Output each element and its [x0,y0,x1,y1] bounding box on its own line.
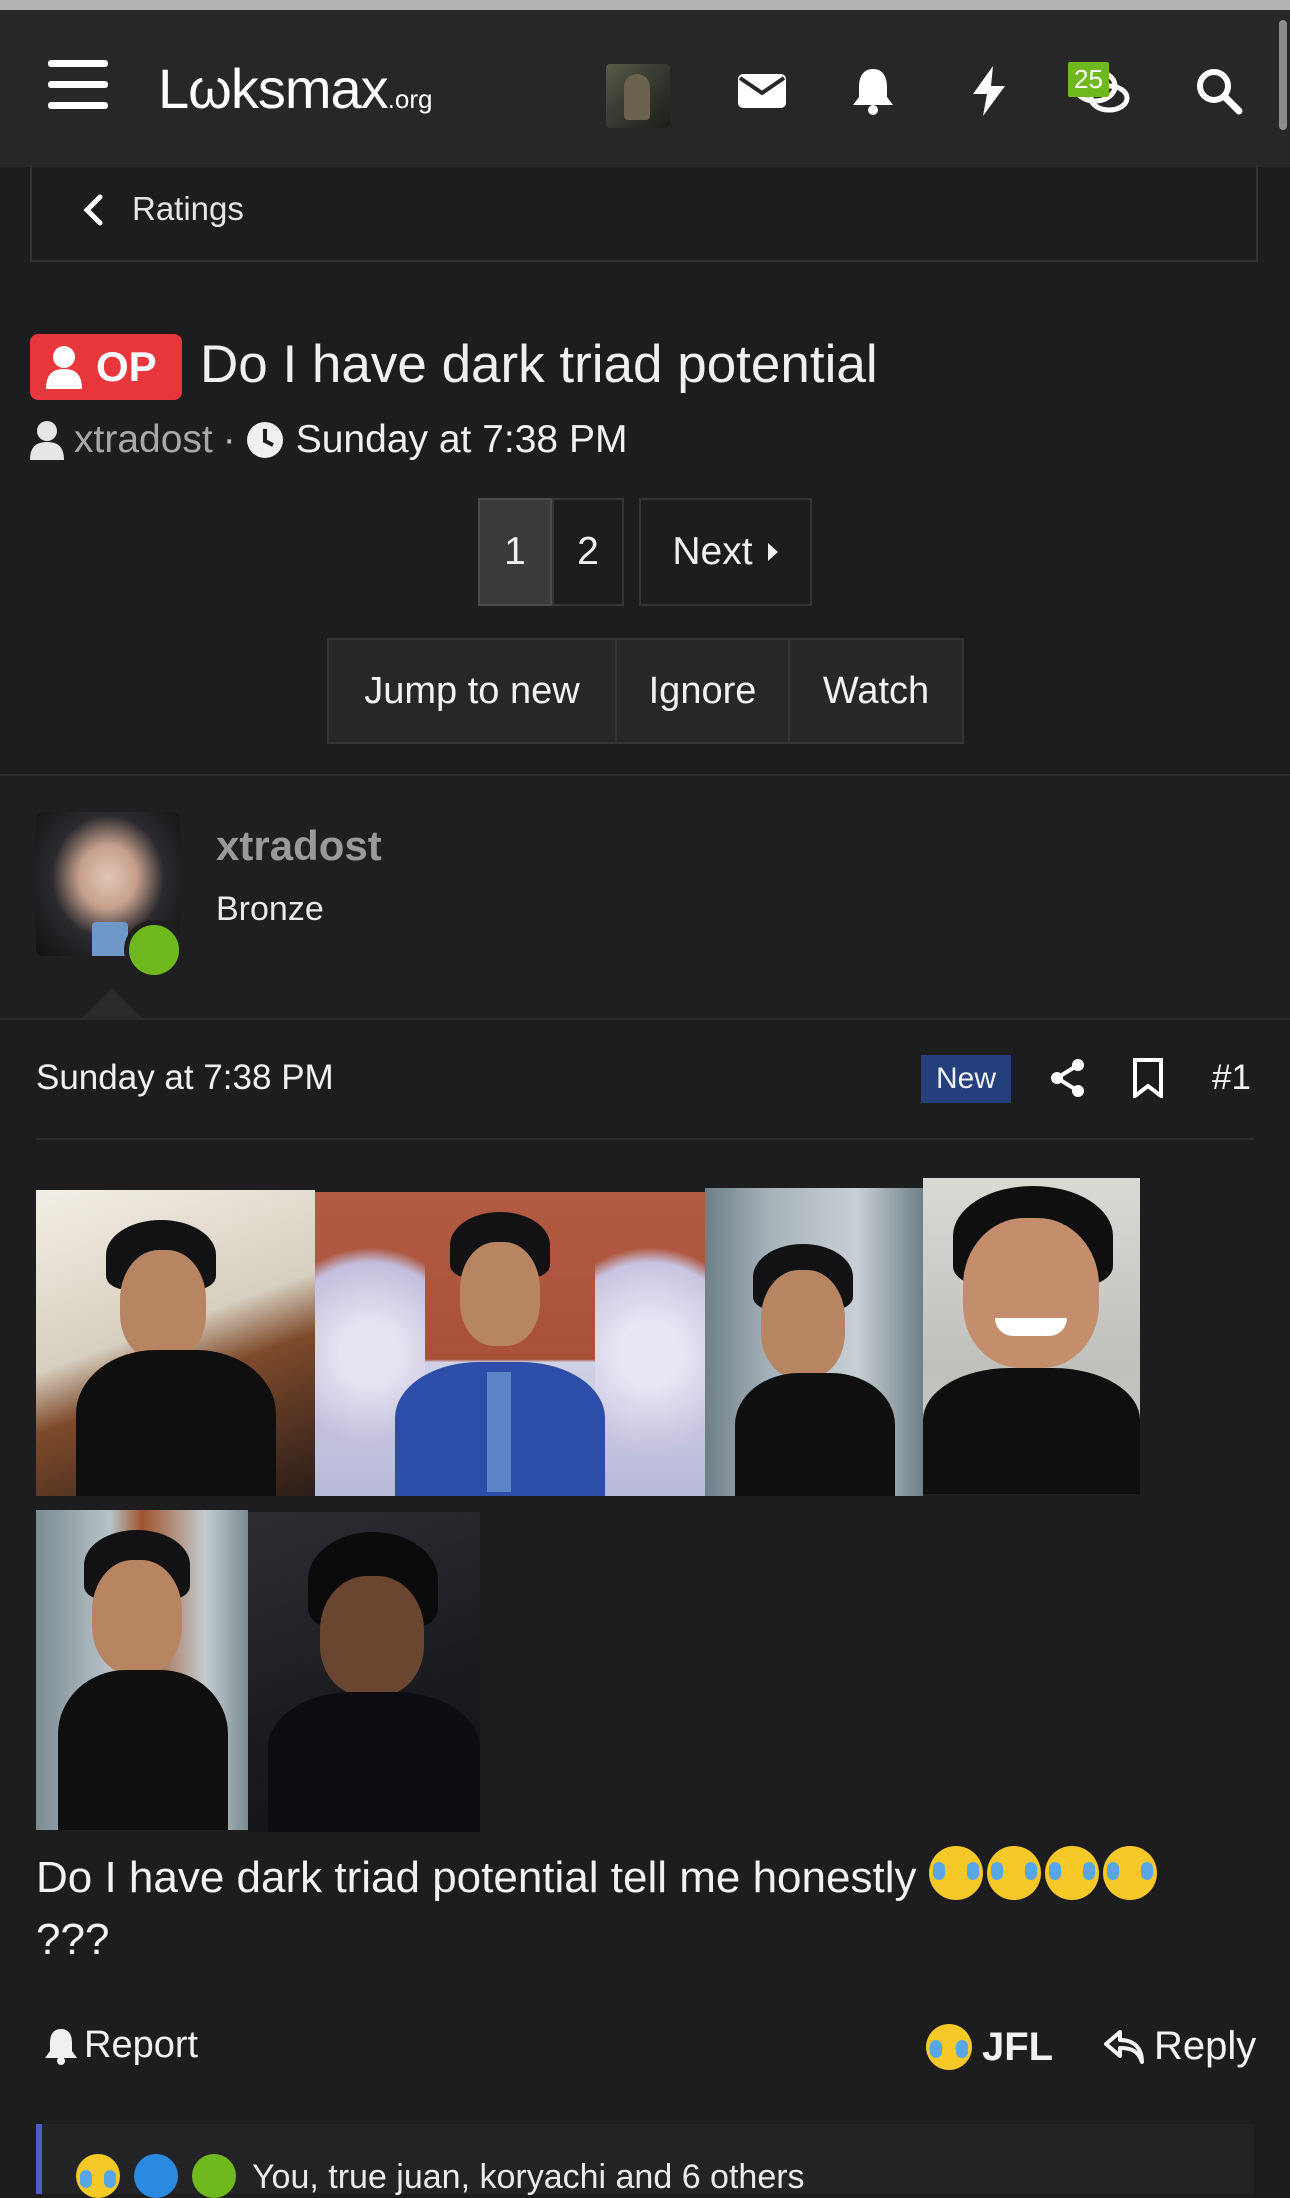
jfl-reaction-button[interactable]: JFL [926,2024,1053,2070]
post-user-block [0,776,1290,1018]
poster-rank: Bronze [216,890,324,928]
meta-separator: · [222,418,236,461]
reply-button[interactable]: Reply [1104,2024,1256,2069]
logo-text: Lωksmax [158,57,389,120]
user-icon [46,345,82,389]
page-1-button[interactable]: 1 [478,498,552,606]
divider [0,1018,1290,1020]
breadcrumb-label[interactable]: Ratings [132,190,244,228]
post-photo[interactable] [705,1188,923,1496]
jfl-label: JFL [982,2024,1054,2069]
search-icon[interactable] [1184,56,1254,126]
reactions-text[interactable]: You, true juan, koryachi and 6 others [252,2158,805,2197]
ignore-button[interactable]: Ignore [615,638,790,744]
user-avatar[interactable] [606,64,670,128]
divider [36,1138,1254,1140]
envelope-icon[interactable] [727,56,797,126]
next-page-button[interactable]: Next [639,498,812,606]
crying-laughing-emoji-icon [926,2024,972,2070]
site-logo[interactable]: Lωksmax.org [158,56,432,121]
reply-label: Reply [1154,2024,1257,2068]
online-indicator [124,920,184,980]
logo-suffix: .org [387,84,433,114]
post-date[interactable]: Sunday at 7:38 PM [36,1058,334,1098]
report-label: Report [84,2024,199,2066]
thread-author[interactable]: xtradost [74,418,213,462]
crying-laughing-emoji-icon [76,2154,120,2198]
post-photo[interactable] [315,1192,705,1496]
op-badge: OP [30,334,182,400]
clock-icon [246,421,284,459]
crying-laughing-emoji-icon [1102,1846,1157,1900]
op-label: OP [96,343,157,390]
post-photo[interactable] [923,1178,1140,1494]
post-number[interactable]: #1 [1212,1058,1251,1098]
bolt-icon[interactable] [954,56,1024,126]
next-label: Next [672,530,753,573]
bell-icon[interactable] [838,56,908,126]
jump-to-new-button[interactable]: Jump to new [327,638,617,744]
nauseated-face-icon [192,2154,236,2198]
scrollbar[interactable] [1279,20,1287,130]
post-body-trailing: ??? [36,1915,110,1964]
breadcrumb[interactable]: Ratings [30,166,1258,262]
chevron-left-icon [82,194,104,235]
status-strip [0,0,1290,10]
user-icon [30,420,64,460]
post-photo[interactable] [36,1190,315,1496]
conversations-badge[interactable]: 25 [1068,62,1109,97]
new-badge: New [921,1055,1011,1103]
post-photo[interactable] [36,1510,248,1830]
reactions-bar[interactable]: You, true juan, koryachi and 6 others [36,2124,1254,2198]
thread-title: Do I have dark triad potential [200,335,878,394]
post-body: Do I have dark triad potential tell me h… [36,1846,1256,1971]
share-icon[interactable] [1044,1054,1092,1102]
post-photo[interactable] [248,1512,480,1832]
thread-date[interactable]: Sunday at 7:38 PM [296,418,628,462]
post-body-text: Do I have dark triad potential tell me h… [36,1853,917,1902]
caret-right-icon [767,542,779,562]
user-block-notch [82,988,142,1018]
thumbs-up-icon [134,2154,178,2198]
poster-username[interactable]: xtradost [216,822,382,870]
top-navbar: Lωksmax.org 25 [0,10,1290,167]
watch-button[interactable]: Watch [788,638,964,744]
thread-meta: xtradost · Sunday at 7:38 PM [30,418,627,462]
report-button[interactable]: Report [44,2024,198,2067]
crying-laughing-emoji-icon [986,1846,1041,1900]
crying-laughing-emoji-icon [1044,1846,1099,1900]
menu-icon[interactable] [48,60,108,116]
page-2-button[interactable]: 2 [552,498,624,606]
reply-icon [1104,2029,1144,2064]
bell-icon [44,2027,78,2065]
crying-laughing-emoji-icon [928,1846,983,1900]
bookmark-icon[interactable] [1124,1054,1172,1102]
